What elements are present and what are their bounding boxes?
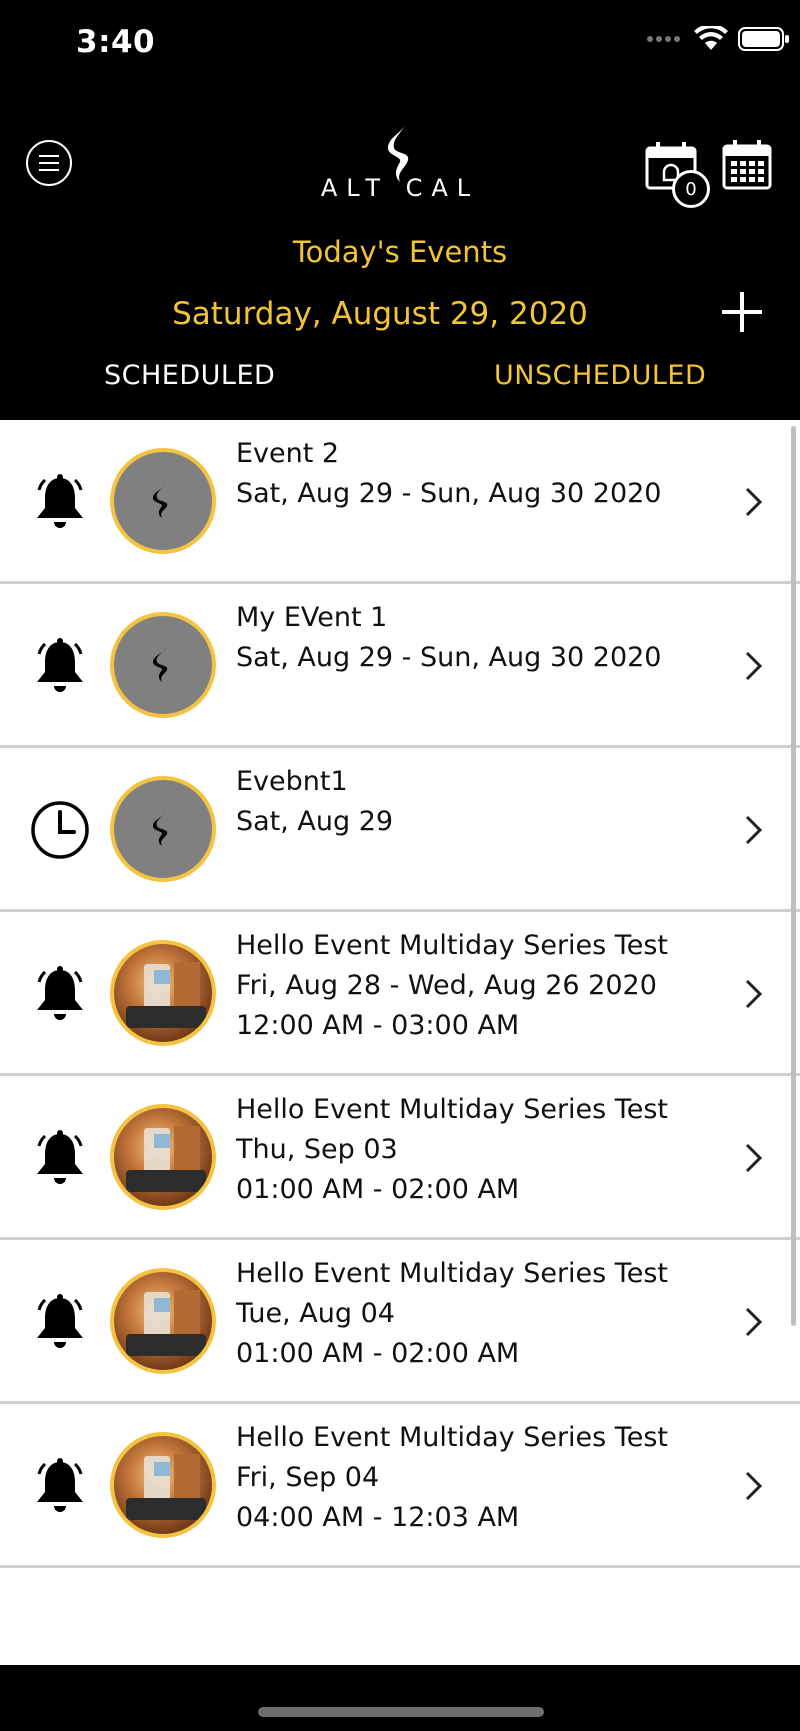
event-avatar [110, 1104, 216, 1210]
bell-icon [30, 636, 90, 696]
event-row[interactable]: Hello Event Multiday Series Test Thu, Sep… [0, 1076, 800, 1240]
event-title: Hello Event Multiday Series Test [236, 930, 668, 961]
event-date: Fri, Aug 28 - Wed, Aug 26 2020 [236, 970, 657, 1001]
status-time: 3:40 [76, 24, 156, 60]
event-row[interactable]: Evebnt1 Sat, Aug 29 [0, 748, 800, 912]
event-title: Hello Event Multiday Series Test [236, 1422, 668, 1453]
event-date: Fri, Sep 04 [236, 1462, 380, 1493]
logo: ALT CAL [300, 122, 500, 202]
bell-icon [30, 1456, 90, 1516]
event-details: Event 2 Sat, Aug 29 - Sun, Aug 30 2020 [236, 434, 736, 514]
current-date: Saturday, August 29, 2020 [172, 296, 588, 332]
event-title: Hello Event Multiday Series Test [236, 1094, 668, 1125]
event-title: Evebnt1 [236, 766, 348, 797]
chevron-right-icon[interactable] [744, 814, 764, 846]
event-title: My EVent 1 [236, 602, 388, 633]
bell-icon [30, 964, 90, 1024]
event-avatar [110, 612, 216, 718]
status-icons [646, 26, 790, 52]
chevron-right-icon[interactable] [744, 978, 764, 1010]
chevron-right-icon[interactable] [744, 650, 764, 682]
event-date: Sat, Aug 29 - Sun, Aug 30 2020 [236, 642, 662, 673]
tab-bar: SCHEDULED UNSCHEDULED [0, 360, 800, 410]
notification-count-badge: 0 [672, 170, 710, 208]
event-details: Evebnt1 Sat, Aug 29 [236, 762, 736, 842]
logo-text: ALT CAL [320, 174, 480, 202]
event-details: Hello Event Multiday Series Test Thu, Sep… [236, 1090, 736, 1210]
event-time: 04:00 AM - 12:03 AM [236, 1502, 520, 1533]
event-date: Tue, Aug 04 [236, 1298, 395, 1329]
battery-icon [738, 27, 789, 51]
event-row[interactable]: Hello Event Multiday Series Test Fri, Aug… [0, 912, 800, 1076]
calendar-icon[interactable] [722, 140, 772, 190]
chevron-right-icon[interactable] [744, 1470, 764, 1502]
home-indicator[interactable] [258, 1707, 544, 1717]
event-row[interactable]: Hello Event Multiday Series Test Tue, Aug… [0, 1240, 800, 1404]
bell-icon [30, 1128, 90, 1188]
scrollbar[interactable] [791, 426, 796, 1326]
bell-icon [30, 1292, 90, 1352]
event-row[interactable]: Event 2 Sat, Aug 29 - Sun, Aug 30 2020 [0, 420, 800, 584]
notifications-calendar-button[interactable]: 0 [644, 140, 712, 210]
bottom-bar [0, 1665, 800, 1731]
wifi-icon [694, 26, 728, 50]
event-title: Hello Event Multiday Series Test [236, 1258, 668, 1289]
header-actions: 0 [644, 140, 772, 210]
bell-icon [30, 472, 90, 532]
logo-mark-icon [388, 124, 409, 182]
signal-icon [647, 36, 680, 42]
tab-unscheduled[interactable]: UNSCHEDULED [494, 360, 706, 391]
event-time: 12:00 AM - 03:00 AM [236, 1010, 520, 1041]
event-details: My EVent 1 Sat, Aug 29 - Sun, Aug 30 2020 [236, 598, 736, 678]
menu-button[interactable] [26, 140, 72, 186]
header: ALT CAL 0 Today's Events Saturday, Augus… [0, 90, 800, 420]
clock-icon [30, 800, 90, 860]
chevron-right-icon[interactable] [744, 486, 764, 518]
event-details: Hello Event Multiday Series Test Tue, Aug… [236, 1254, 736, 1374]
notification-count: 0 [685, 178, 697, 200]
page-title: Today's Events [292, 235, 508, 269]
chevron-right-icon[interactable] [744, 1142, 764, 1174]
event-row[interactable]: Hello Event Multiday Series Test Fri, Sep… [0, 1404, 800, 1568]
event-details: Hello Event Multiday Series Test Fri, Sep… [236, 1418, 736, 1538]
event-avatar [110, 940, 216, 1046]
event-avatar [110, 1432, 216, 1538]
event-date: Sat, Aug 29 [236, 806, 394, 837]
event-time: 01:00 AM - 02:00 AM [236, 1174, 520, 1205]
event-time: 01:00 AM - 02:00 AM [236, 1338, 520, 1369]
event-avatar [110, 448, 216, 554]
event-title: Event 2 [236, 438, 340, 469]
event-avatar [110, 1268, 216, 1374]
tab-scheduled[interactable]: SCHEDULED [104, 360, 275, 391]
event-date: Thu, Sep 03 [236, 1134, 398, 1165]
add-event-button[interactable] [720, 290, 764, 334]
status-bar: 3:40 [0, 0, 800, 90]
event-avatar [110, 776, 216, 882]
event-list[interactable]: Event 2 Sat, Aug 29 - Sun, Aug 30 2020 My … [0, 420, 800, 1665]
event-details: Hello Event Multiday Series Test Fri, Aug… [236, 926, 736, 1046]
chevron-right-icon[interactable] [744, 1306, 764, 1338]
event-date: Sat, Aug 29 - Sun, Aug 30 2020 [236, 478, 662, 509]
event-row[interactable]: My EVent 1 Sat, Aug 29 - Sun, Aug 30 2020 [0, 584, 800, 748]
